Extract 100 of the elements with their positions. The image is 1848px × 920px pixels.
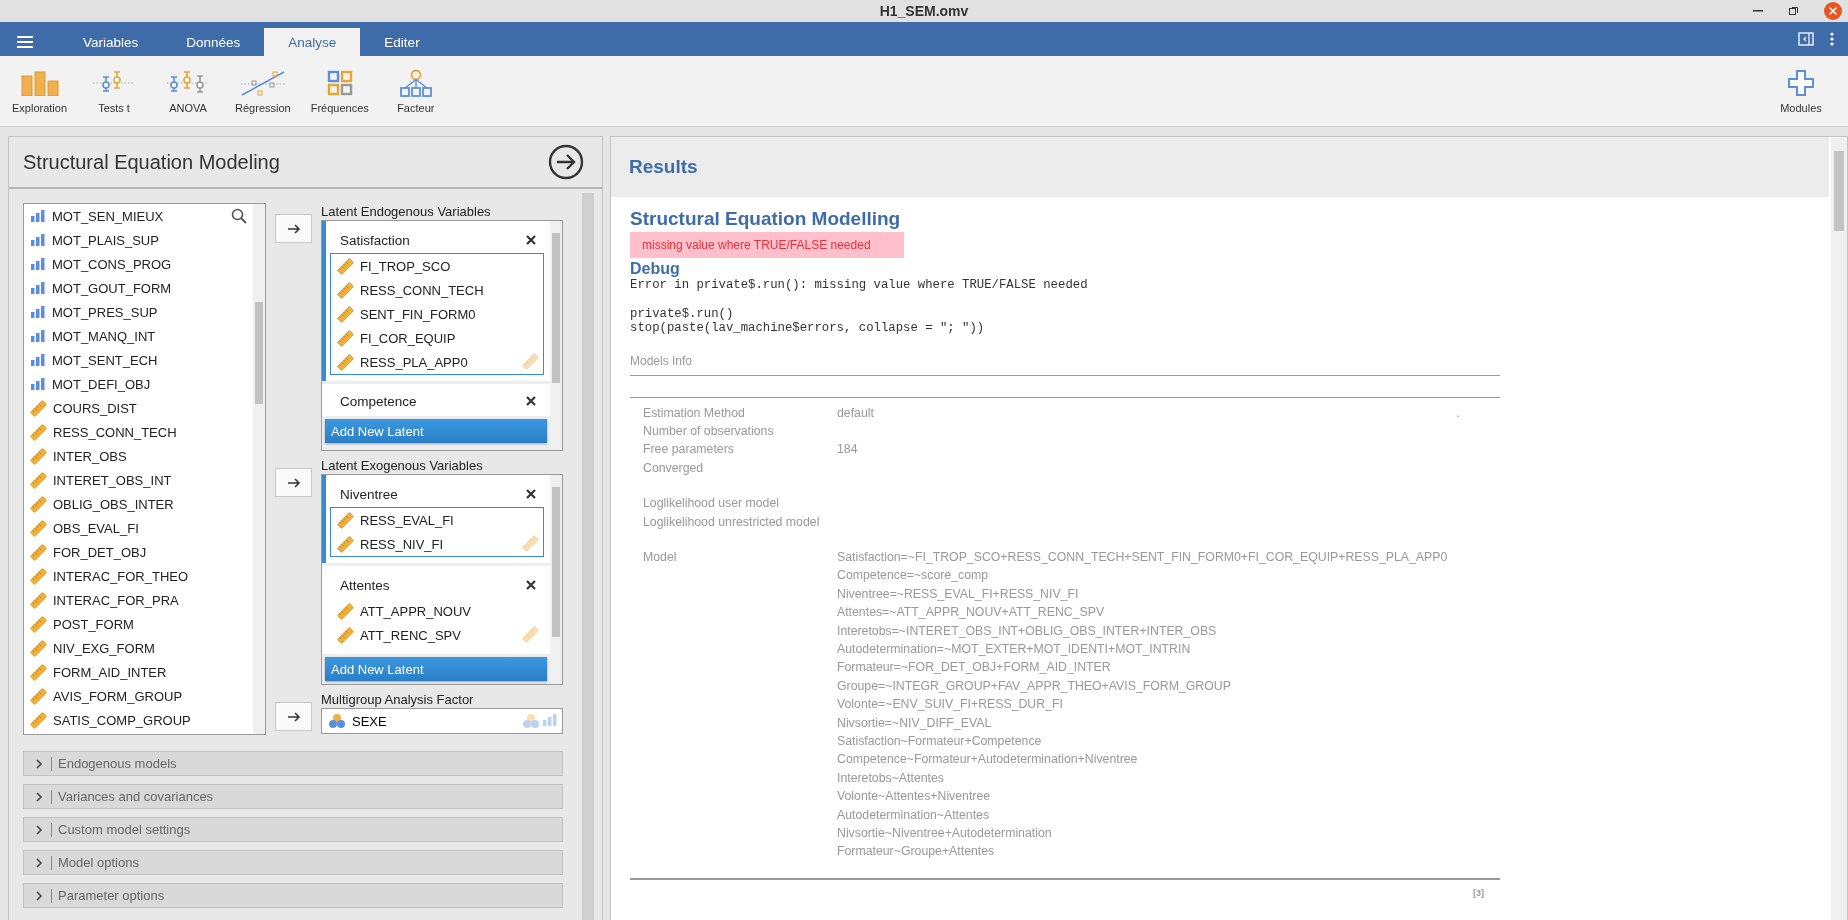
move-right-button[interactable] bbox=[275, 468, 312, 497]
latent-name[interactable]: Attentes bbox=[340, 577, 390, 593]
collapsible-section[interactable]: Parameter options bbox=[23, 883, 563, 908]
variable-item[interactable]: FORM_AID_INTER bbox=[30, 660, 253, 684]
latent-group[interactable]: Attentes ATT_APPR_NOUV ATT_RENC_SPV bbox=[322, 566, 550, 654]
variable-item[interactable]: SENT_FIN_FORM0 bbox=[337, 302, 543, 326]
collapsible-section[interactable]: Custom model settings bbox=[23, 817, 563, 842]
variable-item[interactable]: ATT_APPR_NOUV bbox=[337, 599, 543, 623]
variable-item[interactable]: OBLIG_OBS_INTER bbox=[30, 492, 253, 516]
minimize-icon[interactable] bbox=[1753, 10, 1763, 12]
add-latent-button[interactable]: Add New Latent bbox=[325, 419, 547, 443]
field-label: Latent Endogenous Variables bbox=[321, 203, 492, 220]
scatter-line-icon bbox=[238, 69, 287, 97]
variable-item[interactable]: ATT_RENC_SPV bbox=[337, 623, 543, 647]
analysis-button[interactable]: Exploration bbox=[6, 56, 74, 126]
table-cell-text: 184 bbox=[837, 441, 858, 459]
variable-item[interactable]: INTERET_OBS_INT bbox=[30, 468, 253, 492]
analysis-button[interactable]: ANOVA bbox=[155, 56, 222, 126]
circles-icon bbox=[522, 713, 540, 729]
move-right-button[interactable] bbox=[275, 702, 312, 731]
latent-name[interactable]: Niventree bbox=[340, 486, 398, 502]
move-right-button[interactable] bbox=[275, 214, 312, 243]
variable-item[interactable]: FOR_DET_OBJ bbox=[30, 540, 253, 564]
maximize-icon[interactable] bbox=[1789, 6, 1798, 16]
variable-item[interactable]: INTERAC_FOR_THEO bbox=[30, 564, 253, 588]
variable-item[interactable]: POST_FORM bbox=[30, 612, 253, 636]
variable-item[interactable]: FI_COR_EQUIP bbox=[337, 326, 543, 350]
footnote: [3] bbox=[1473, 887, 1484, 898]
variable-item[interactable]: MOT_GOUT_FORM bbox=[30, 276, 253, 300]
add-latent-button[interactable]: Add New Latent bbox=[325, 657, 547, 681]
table-cell-text: Loglikelihood unrestricted model bbox=[643, 513, 821, 531]
results-title: Results bbox=[629, 156, 698, 178]
variable-item[interactable]: MOT_MANQ_INT bbox=[30, 324, 253, 348]
variable-item[interactable]: COURS_DIST bbox=[30, 396, 253, 420]
ruler-icon bbox=[337, 353, 354, 371]
latent-group[interactable]: Satisfaction FI_TROP_SCO RESS_CONN_TECH SENT_FIN_FORM0 FI_COR_EQUIP RESS_PLA_APP0 bbox=[322, 221, 550, 381]
table-cell-text: Number of observations bbox=[643, 422, 775, 440]
latent-name[interactable]: Satisfaction bbox=[340, 232, 410, 248]
variable-item[interactable]: INTER_OBS bbox=[30, 444, 253, 468]
tab[interactable]: Editer bbox=[360, 28, 444, 56]
arrow-right-icon bbox=[286, 711, 301, 722]
close-icon[interactable] bbox=[526, 235, 536, 245]
modules-button[interactable]: Modules bbox=[1768, 56, 1834, 126]
ruler-icon bbox=[30, 639, 47, 657]
ruler-icon bbox=[30, 663, 47, 681]
analysis-button[interactable]: Tests t bbox=[81, 56, 148, 126]
panel-toggle-icon[interactable] bbox=[1798, 32, 1814, 46]
table-cell-text: Satisfaction=~FI_TROP_SCO+RESS_CONN_TECH+SENT_FIN_FORM0+FI_COR_EQUIP+RESS_PLA_APP0 Competence=~score_comp Niventree=~RESS_EVAL_FI+RESS_NIV_FI Attentes=~ATT_APPR_NOUV+ATT_RENC_SPV Interetobs=~INTERET_OBS_INT+OBLIG_OBS_INTER+INTER_OBS Autodetermination=~MOT_EXTER+MOT_IDENTI+MOT_INTRIN Formateur=~FOR_DET_OBJ+FORM_AID_INTER Groupe=~INTEGR_GROUP+FAV_APPR_THEO+AVIS_FORM_GROUP Volonte=~ENV_SUIV_FI+RESS_DUR_FI Nivsortie=~NIV_DIFF_EVAL Satisfaction~Formateur+Competence Competence~Formateur+Autodetermination+Niventree Interetobs~Attentes Volonte~Attentes+Niventree Autodetermination~Attentes Nivsortie~Niventree+Autodetermination Formateur~Groupe+Attentes bbox=[837, 548, 1448, 861]
variable-item[interactable]: RESS_PLA_APP0 bbox=[337, 350, 543, 374]
variable-item[interactable]: RESS_NIV_FI bbox=[337, 532, 543, 556]
chevron-icon bbox=[36, 824, 43, 835]
variable-item[interactable]: AVIS_FORM_GROUP bbox=[30, 684, 253, 708]
chevron-icon bbox=[36, 758, 43, 769]
debug-heading: Debug bbox=[630, 259, 681, 278]
variable-item[interactable]: RESS_EVAL_FI bbox=[337, 508, 543, 532]
chevron-icon bbox=[36, 791, 43, 802]
more-options-icon[interactable] bbox=[1830, 32, 1834, 46]
close-icon[interactable] bbox=[526, 396, 536, 406]
collapsible-section[interactable]: Endogenous models bbox=[23, 751, 563, 776]
analysis-button[interactable]: Fréquences bbox=[304, 56, 375, 126]
tab[interactable]: Données bbox=[162, 28, 265, 56]
close-icon[interactable] bbox=[526, 489, 536, 499]
variable-item[interactable]: SATIS_COMP_GROUP bbox=[30, 708, 253, 732]
ruler-icon bbox=[30, 471, 47, 489]
window-title: H1_SEM.omv bbox=[879, 3, 969, 19]
analysis-button[interactable]: Régression bbox=[229, 56, 297, 126]
factor-field[interactable]: SEXE bbox=[321, 708, 563, 734]
latent-name[interactable]: Competence bbox=[340, 393, 417, 409]
arrow-right-icon bbox=[286, 223, 301, 234]
variable-item[interactable]: MOT_SENT_ECH bbox=[30, 348, 253, 372]
variable-item[interactable]: MOT_SEN_MIEUX bbox=[30, 204, 253, 228]
variable-item[interactable]: NIV_EXG_FORM bbox=[30, 636, 253, 660]
variable-item[interactable]: RESS_CONN_TECH bbox=[30, 420, 253, 444]
latent-group[interactable]: Niventree RESS_EVAL_FI RESS_NIV_FI bbox=[322, 475, 550, 563]
variable-item[interactable]: OBS_EVAL_FI bbox=[30, 516, 253, 540]
variable-item[interactable]: FI_TROP_SCO bbox=[337, 254, 543, 278]
variable-item[interactable]: MOT_DEFI_OBJ bbox=[30, 372, 253, 396]
collapsible-section[interactable]: Model options bbox=[23, 850, 563, 875]
bar-chart-icon bbox=[30, 281, 46, 295]
variable-item[interactable]: MOT_PRES_SUP bbox=[30, 300, 253, 324]
ruler-icon bbox=[30, 495, 47, 513]
variable-item[interactable]: RESS_CONN_TECH bbox=[337, 278, 543, 302]
grid-squares-icon bbox=[326, 70, 353, 96]
search-icon[interactable] bbox=[231, 208, 247, 224]
ruler-icon bbox=[337, 329, 354, 347]
collapsible-section[interactable]: Variances and covariances bbox=[23, 784, 563, 809]
variable-item[interactable]: MOT_PLAIS_SUP bbox=[30, 228, 253, 252]
tab[interactable]: Variables bbox=[59, 28, 163, 56]
variable-item[interactable]: MOT_CONS_PROG bbox=[30, 252, 253, 276]
ruler-icon bbox=[30, 447, 47, 465]
plus-icon bbox=[1788, 70, 1814, 96]
tab[interactable]: Analyse bbox=[264, 28, 361, 56]
analysis-button[interactable]: Facteur bbox=[382, 56, 449, 126]
hierarchy-icon bbox=[399, 69, 432, 97]
close-icon[interactable] bbox=[526, 580, 536, 590]
variable-item[interactable]: INTERAC_FOR_PRA bbox=[30, 588, 253, 612]
arrow-circle-icon[interactable] bbox=[548, 144, 584, 180]
ruler-icon bbox=[30, 711, 47, 729]
latent-group[interactable]: Competence bbox=[322, 384, 550, 416]
menu-icon[interactable] bbox=[17, 36, 33, 48]
